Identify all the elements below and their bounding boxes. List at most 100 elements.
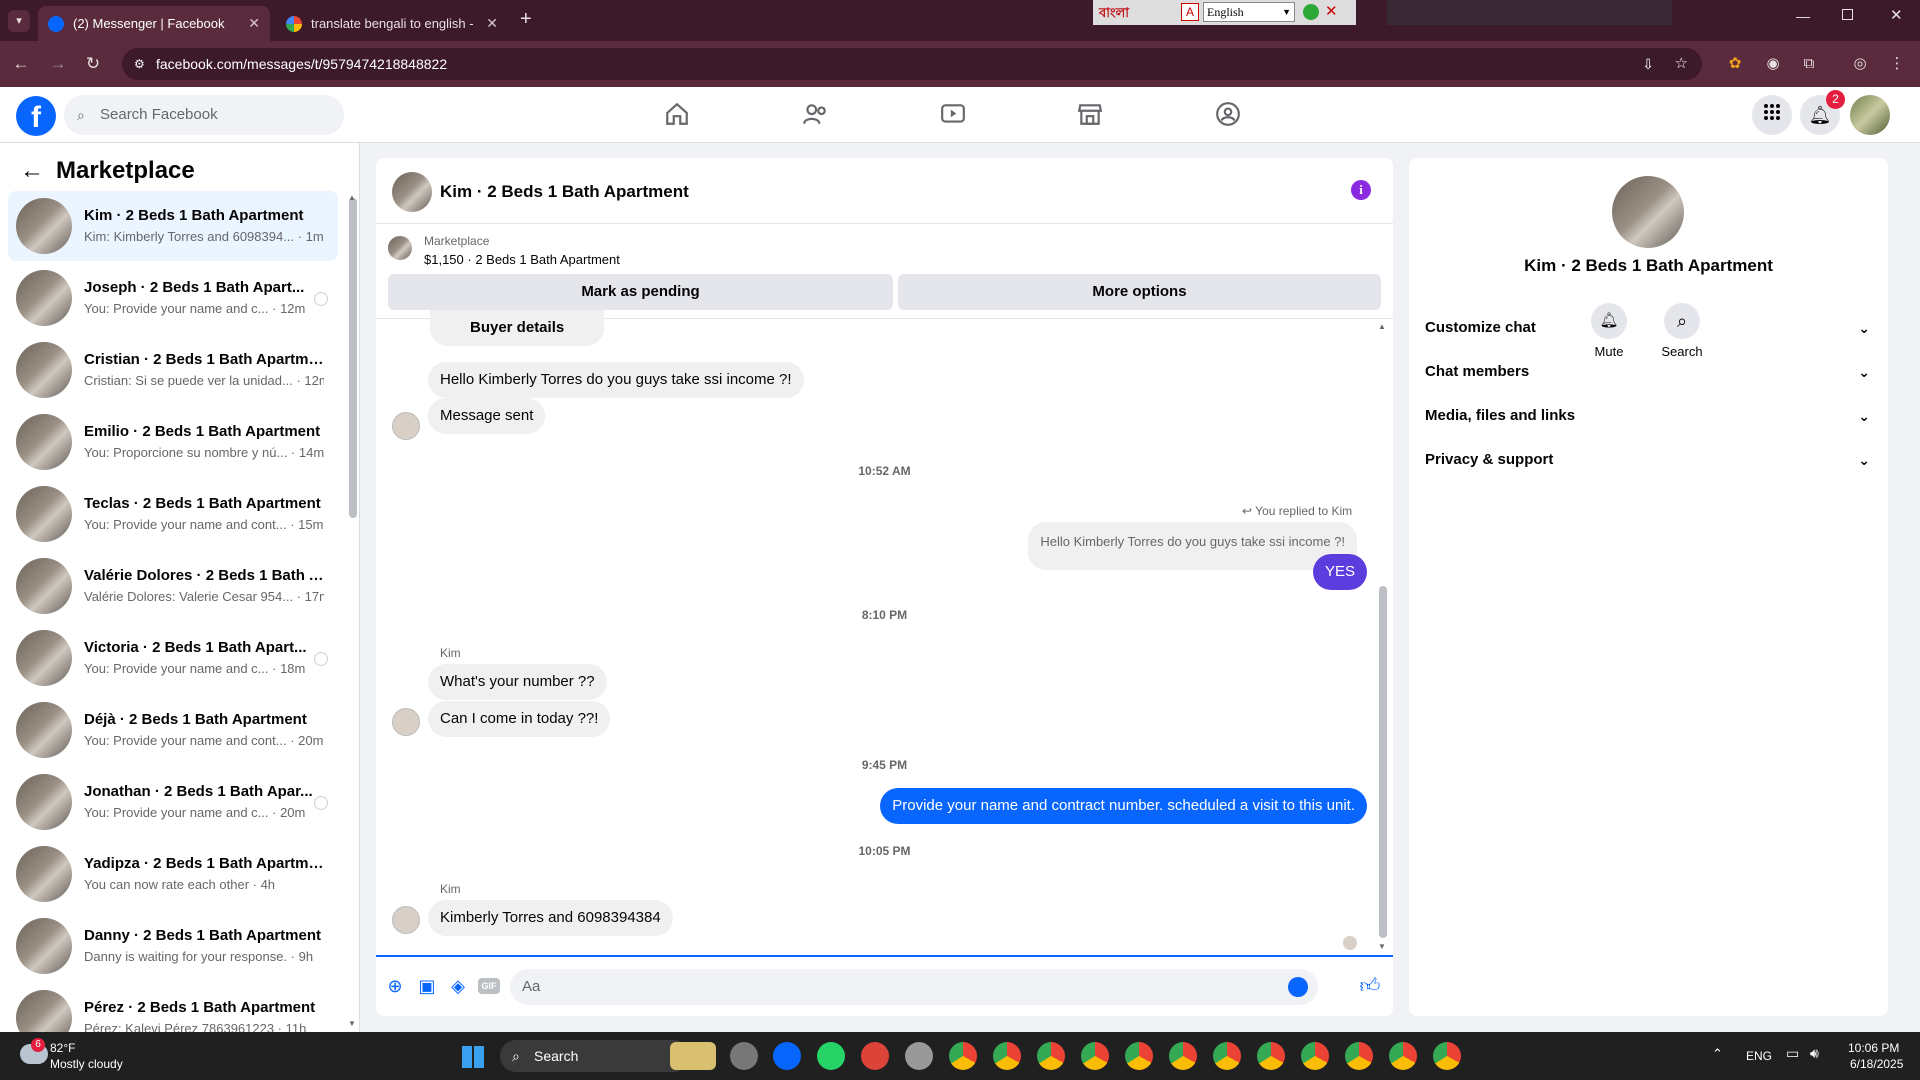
home-icon[interactable] — [662, 101, 692, 129]
clock-time[interactable]: 10:06 PM — [1848, 1041, 1899, 1055]
extension-flower-icon[interactable]: ✿ — [1725, 54, 1745, 74]
new-tab-button[interactable]: + — [520, 8, 532, 31]
facebook-app-icon[interactable] — [773, 1042, 801, 1070]
buyer-details-button[interactable]: Buyer details — [430, 310, 605, 346]
like-thumb-icon[interactable]: 👍︎ — [1359, 975, 1381, 997]
emoji-icon[interactable] — [1288, 977, 1308, 997]
sticker-icon[interactable]: ◈ — [447, 975, 469, 997]
tab-messenger[interactable]: (2) Messenger | Facebook ✕ — [38, 6, 270, 41]
conversation-item[interactable]: Kim · 2 Beds 1 Bath Apartment Kim: Kimber… — [8, 191, 338, 261]
quoted-message[interactable]: Hello Kimberly Torres do you guys take s… — [1028, 522, 1357, 570]
scroll-down-icon[interactable]: ▼ — [348, 1019, 356, 1028]
chrome-profile-icon[interactable] — [949, 1042, 977, 1070]
details-avatar[interactable] — [1612, 176, 1684, 248]
reload-icon[interactable]: ↻ — [82, 53, 104, 75]
chrome-profile-icon[interactable] — [1257, 1042, 1285, 1070]
more-options-button[interactable]: More options — [898, 274, 1381, 310]
details-section-item[interactable]: Privacy & support ⌄ — [1425, 442, 1870, 478]
scroll-up-icon[interactable]: ▲ — [1378, 322, 1386, 331]
language-indicator[interactable]: ENG — [1746, 1049, 1772, 1063]
url-field[interactable]: ⚙ facebook.com/messages/t/95794742188488… — [122, 48, 1702, 80]
extensions-puzzle-icon[interactable]: ⧉ — [1799, 54, 1819, 74]
close-icon[interactable]: ✕ — [248, 15, 260, 32]
taskbar-search[interactable]: ⌕ Search — [500, 1040, 690, 1072]
conversation-item[interactable]: Yadipza · 2 Beds 1 Bath Apartment You can… — [8, 839, 338, 909]
photo-icon[interactable]: ▣ — [416, 975, 438, 997]
sidebar-scrollbar[interactable] — [349, 198, 357, 518]
chrome-profile-icon[interactable] — [1433, 1042, 1461, 1070]
chrome-icon[interactable] — [861, 1042, 889, 1070]
conversation-item[interactable]: Victoria · 2 Beds 1 Bath Apart... You: Pr… — [8, 623, 338, 693]
details-section-item[interactable]: Media, files and links ⌄ — [1425, 398, 1870, 434]
conversation-item[interactable]: Emilio · 2 Beds 1 Bath Apartment You: Pro… — [8, 407, 338, 477]
chrome-profile-icon[interactable] — [993, 1042, 1021, 1070]
app-icon[interactable] — [905, 1042, 933, 1070]
close-icon[interactable]: ✕ — [1325, 2, 1338, 20]
details-section-item[interactable]: Chat members ⌄ — [1425, 354, 1870, 390]
bookmark-star-icon[interactable]: ☆ — [1675, 48, 1688, 80]
conversation-name: Pérez · 2 Beds 1 Bath Apartment — [84, 999, 316, 1016]
site-info-icon[interactable]: ⚙ — [134, 48, 145, 80]
chat-avatar[interactable] — [392, 172, 432, 212]
back-icon[interactable]: ← — [10, 53, 32, 75]
chrome-profile-icon[interactable] — [1037, 1042, 1065, 1070]
volume-icon[interactable]: 🔊︎ — [1810, 1045, 1819, 1062]
windows-start-icon[interactable] — [462, 1046, 484, 1068]
chrome-profile-icon[interactable] — [1169, 1042, 1197, 1070]
install-app-icon[interactable]: ⇩ — [1642, 48, 1654, 80]
listing-thumbnail[interactable] — [388, 236, 412, 260]
chrome-profile-icon[interactable] — [1389, 1042, 1417, 1070]
chat-title[interactable]: Kim · 2 Beds 1 Bath Apartment — [440, 182, 689, 202]
green-globe-icon[interactable] — [1303, 4, 1319, 20]
groups-icon[interactable] — [1213, 101, 1243, 129]
conversation-item[interactable]: Jonathan · 2 Beds 1 Bath Apar... You: Pro… — [8, 767, 338, 837]
language-select[interactable]: English ▼ — [1203, 2, 1295, 22]
info-icon[interactable]: i — [1351, 180, 1371, 200]
conversation-item[interactable]: Pérez · 2 Beds 1 Bath Apartment Pérez: Ka… — [8, 983, 338, 1032]
friends-icon[interactable] — [800, 101, 830, 129]
conversation-item[interactable]: Joseph · 2 Beds 1 Bath Apart... You: Prov… — [8, 263, 338, 333]
sandwich-app-icon[interactable] — [670, 1042, 716, 1070]
menu-kebab-icon[interactable]: ⋮ — [1887, 54, 1907, 74]
scroll-up-icon[interactable]: ▲ — [348, 193, 356, 202]
close-icon[interactable]: ✕ — [486, 15, 498, 32]
back-arrow-icon[interactable]: ← — [20, 157, 44, 185]
clock-date[interactable]: 6/18/2025 — [1850, 1057, 1903, 1071]
account-avatar[interactable] — [1850, 95, 1890, 135]
conversation-item[interactable]: Déjà · 2 Beds 1 Bath Apartment You: Provi… — [8, 695, 338, 765]
details-section-item[interactable]: Customize chat ⌄ — [1425, 310, 1870, 346]
minimize-button[interactable]: — — [1796, 8, 1810, 24]
profile-icon[interactable]: ◎ — [1850, 54, 1870, 74]
search-input[interactable]: ⌕ Search Facebook — [64, 95, 344, 135]
mark-as-pending-button[interactable]: Mark as pending — [388, 274, 893, 310]
marketplace-icon[interactable] — [1075, 101, 1105, 129]
facebook-logo-icon[interactable]: f — [16, 96, 56, 136]
conversation-item[interactable]: Teclas · 2 Beds 1 Bath Apartment You: Pro… — [8, 479, 338, 549]
video-icon[interactable] — [938, 101, 968, 129]
task-view-icon[interactable] — [730, 1042, 758, 1070]
chrome-profile-icon[interactable] — [1301, 1042, 1329, 1070]
tab-translate[interactable]: translate bengali to english - Go ✕ — [276, 6, 508, 41]
extension-badge-icon[interactable]: ◉ — [1763, 54, 1783, 74]
whatsapp-icon[interactable] — [817, 1042, 845, 1070]
conversation-item[interactable]: Cristian · 2 Beds 1 Bath Apartment Cristi… — [8, 335, 338, 405]
chat-scrollbar[interactable] — [1379, 586, 1387, 938]
plus-circle-icon[interactable]: ⊕ — [384, 975, 406, 997]
tab-list-button[interactable]: ▾ — [8, 10, 30, 32]
menu-grid-icon[interactable] — [1752, 95, 1792, 135]
chrome-profile-icon[interactable] — [1345, 1042, 1373, 1070]
gif-icon[interactable]: GIF — [478, 978, 500, 994]
chrome-profile-icon[interactable] — [1081, 1042, 1109, 1070]
conversation-item[interactable]: Danny · 2 Beds 1 Bath Apartment Danny is … — [8, 911, 338, 981]
chevron-up-icon[interactable]: ⌃ — [1712, 1046, 1723, 1062]
forward-icon[interactable]: → — [47, 53, 69, 75]
close-window-button[interactable]: ✕ — [1890, 6, 1903, 24]
conversation-item[interactable]: Valérie Dolores · 2 Beds 1 Bath A... Valé… — [8, 551, 338, 621]
scroll-down-icon[interactable]: ▼ — [1378, 942, 1386, 951]
restore-button[interactable] — [1842, 9, 1853, 20]
listing-summary[interactable]: $1,150 · 2 Beds 1 Bath Apartment — [424, 252, 620, 267]
chrome-profile-icon[interactable] — [1213, 1042, 1241, 1070]
message-input[interactable]: Aa — [510, 969, 1318, 1005]
network-icon[interactable]: ▭ — [1786, 1045, 1799, 1062]
chrome-profile-icon[interactable] — [1125, 1042, 1153, 1070]
